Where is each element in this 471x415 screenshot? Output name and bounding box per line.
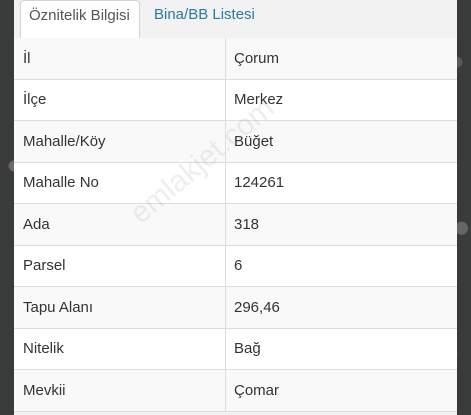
row-label: Tapu Alanı	[23, 298, 94, 316]
table-row: Tapu Alanı 296,46	[14, 287, 457, 329]
tab-building-list[interactable]: Bina/BB Listesi	[146, 0, 276, 38]
tab-attribute-info[interactable]: Öznitelik Bilgisi	[20, 0, 140, 39]
table-row: Nitelik Bağ	[14, 328, 457, 370]
table-row: İl Çorum	[14, 38, 457, 80]
row-label: Mevkii	[23, 381, 66, 399]
row-label: Mahalle/Köy	[23, 132, 106, 150]
row-value: Büğet	[234, 132, 274, 150]
row-label: İlçe	[23, 91, 47, 109]
table-row: İlçe Merkez	[14, 79, 457, 121]
table-row: Mevkii Çomar	[14, 370, 457, 412]
info-panel: Öznitelik Bilgisi Bina/BB Listesi İl Çor…	[14, 0, 457, 415]
row-value: 296,46	[234, 298, 280, 316]
row-value: Çomar	[234, 381, 280, 399]
column-divider	[225, 38, 226, 79]
table-row: Ada 318	[14, 204, 457, 246]
column-divider	[225, 162, 226, 203]
row-value: 318	[234, 215, 260, 233]
tab-bar: Öznitelik Bilgisi Bina/BB Listesi	[14, 0, 457, 39]
row-label: Ada	[23, 215, 50, 233]
column-divider	[225, 245, 226, 286]
row-value: Merkez	[234, 91, 284, 109]
row-label: Parsel	[23, 257, 66, 275]
row-label: İl	[23, 49, 31, 67]
row-value: Bağ	[234, 340, 261, 358]
column-divider	[225, 328, 226, 369]
row-value: 6	[234, 257, 243, 275]
column-divider	[225, 204, 226, 245]
table-row: Mahalle No 124261	[14, 162, 457, 204]
column-divider	[225, 121, 226, 162]
column-divider	[225, 287, 226, 328]
row-label: Nitelik	[23, 340, 64, 358]
column-divider	[225, 79, 226, 120]
row-value: 124261	[234, 174, 285, 192]
row-label: Mahalle No	[23, 174, 99, 192]
row-value: Çorum	[234, 49, 280, 67]
table-row: Mahalle/Köy Büğet	[14, 121, 457, 163]
column-divider	[225, 370, 226, 411]
attribute-table: İl Çorum İlçe Merkez Mahalle/Köy Büğet M…	[14, 38, 457, 412]
table-row: Parsel 6	[14, 245, 457, 287]
